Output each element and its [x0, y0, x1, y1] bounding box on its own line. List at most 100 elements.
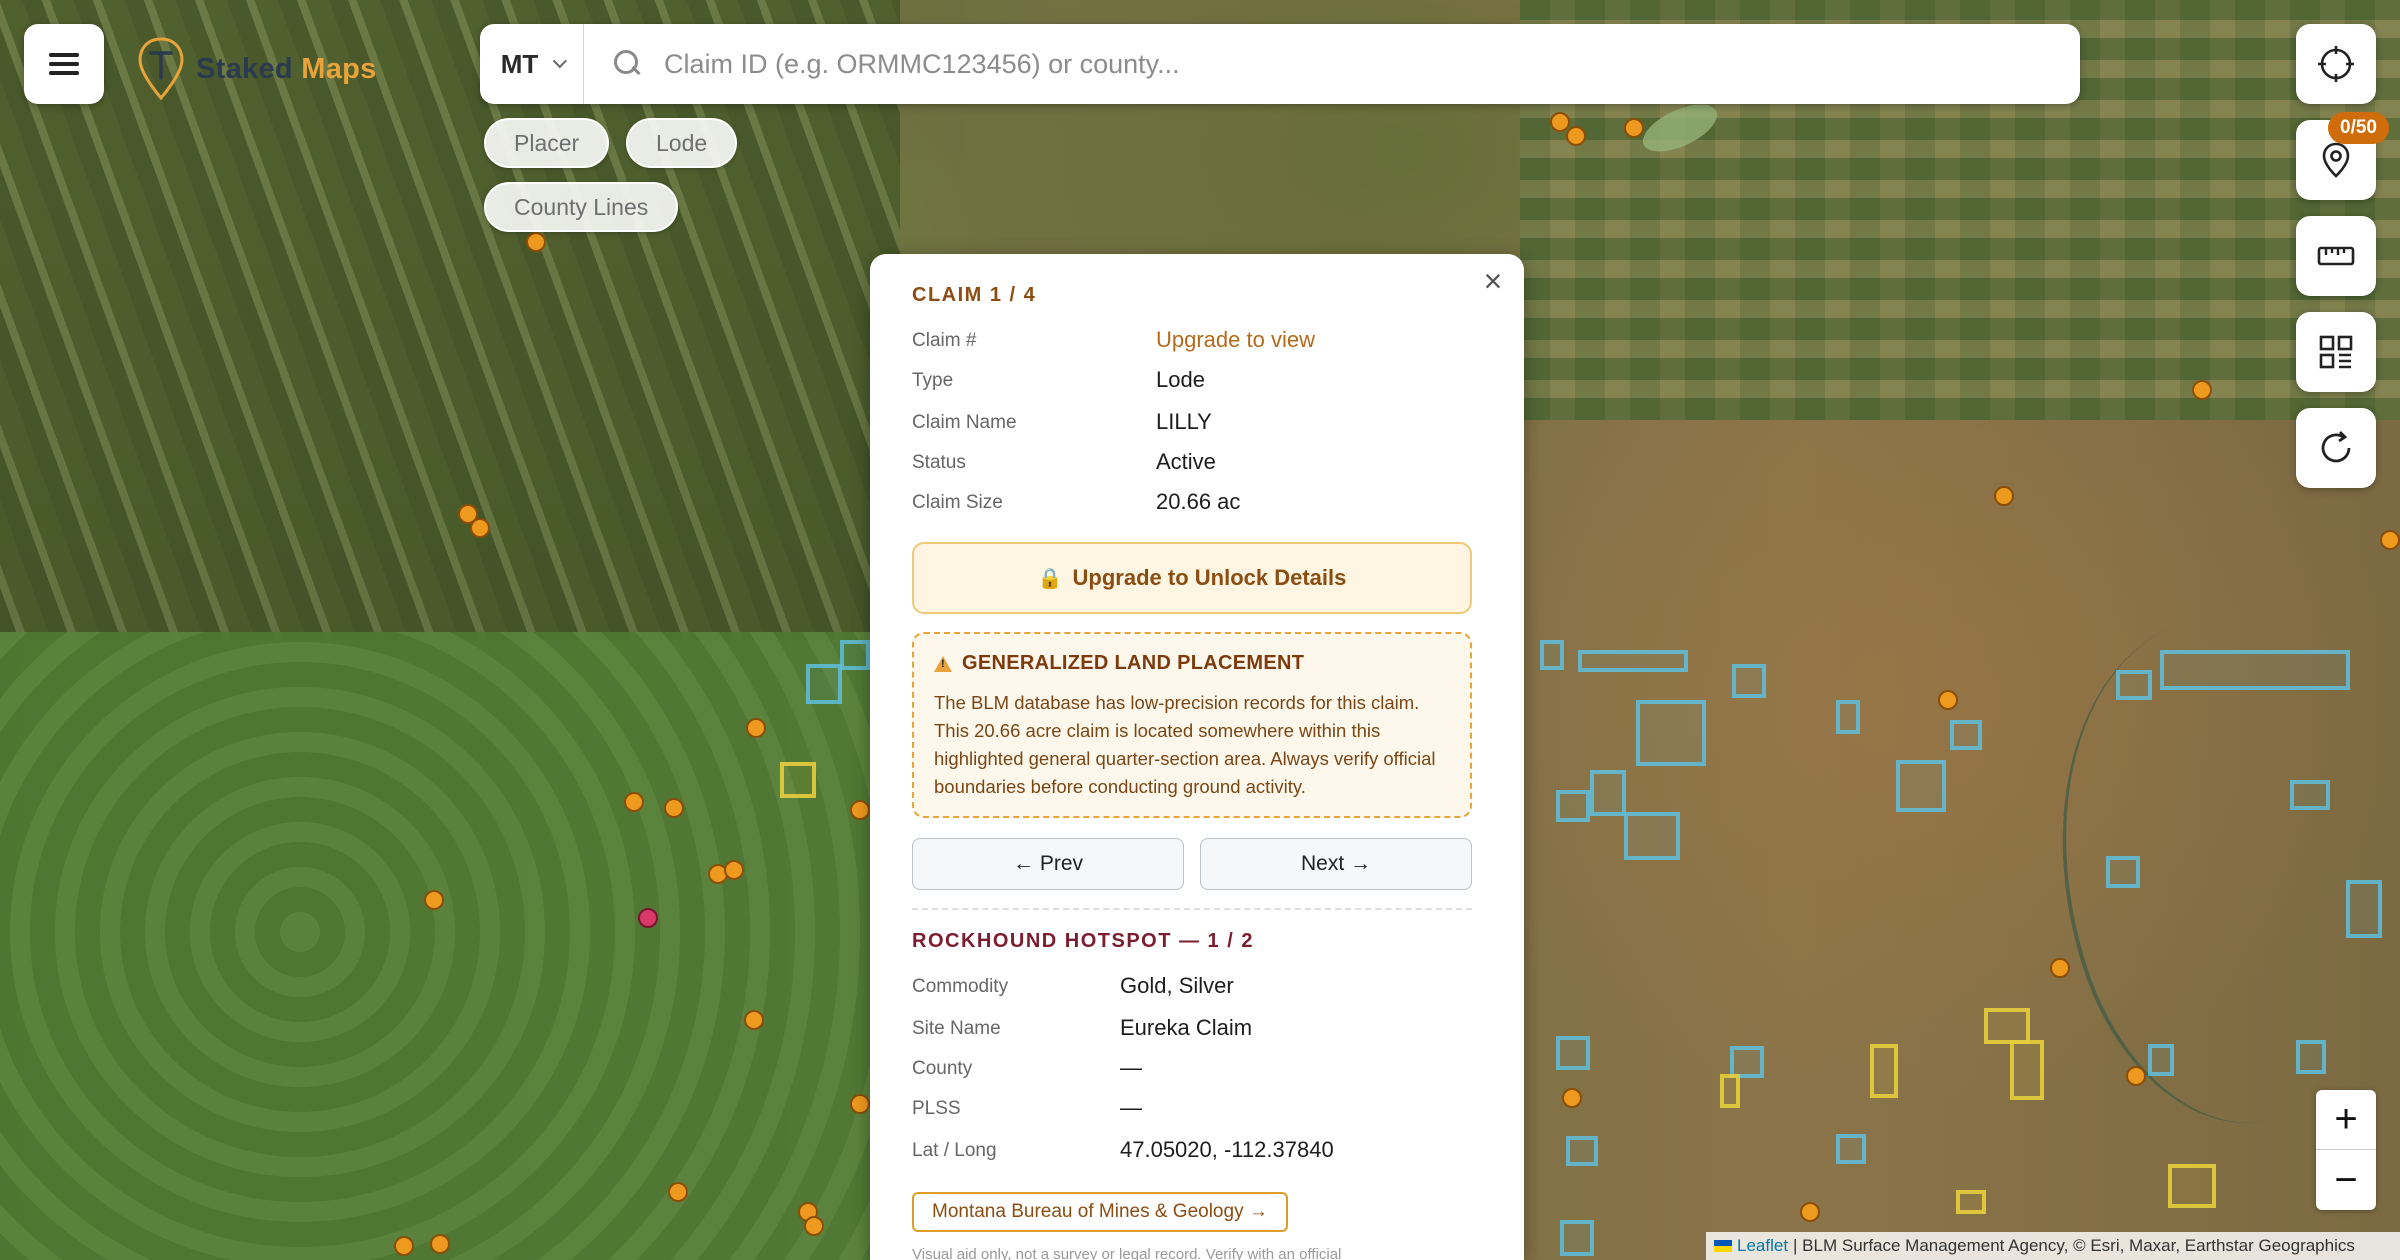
claim-marker[interactable] [2192, 380, 2212, 400]
mbmg-link-button[interactable]: Montana Bureau of Mines & Geology → [912, 1192, 1288, 1232]
land-parcel[interactable] [2148, 1044, 2174, 1076]
land-parcel[interactable] [1896, 760, 1946, 812]
zoom-in-button[interactable]: + [2316, 1090, 2376, 1150]
land-parcel-lode[interactable] [1984, 1008, 2030, 1044]
claim-marker[interactable] [668, 1182, 688, 1202]
field-label: Claim Size [912, 492, 1003, 513]
locate-me-button[interactable] [2296, 24, 2376, 104]
prev-button[interactable]: ← Prev [912, 838, 1184, 890]
crosshair-icon [2318, 46, 2354, 82]
land-parcel-lode[interactable] [2010, 1040, 2044, 1100]
hotspot-section-title: ROCKHOUND HOTSPOT — 1 / 2 [912, 930, 1254, 952]
claim-marker[interactable] [470, 518, 490, 538]
land-parcel[interactable] [1556, 790, 1590, 822]
map-pin-icon [2322, 142, 2350, 178]
land-parcel-lode[interactable] [1720, 1074, 1740, 1108]
grid-icon [2319, 335, 2353, 369]
map-attribution: Leaflet | BLM Surface Management Agency,… [1706, 1232, 2400, 1260]
warning-title: GENERALIZED LAND PLACEMENT [962, 652, 1305, 674]
land-parcel-lode[interactable] [2168, 1164, 2216, 1208]
refresh-icon [2321, 431, 2351, 463]
next-button[interactable]: Next → [1200, 838, 1472, 890]
field-value: Eureka Claim [1120, 1015, 1253, 1040]
claim-marker[interactable] [1800, 1202, 1820, 1222]
upgrade-to-view-link[interactable]: Upgrade to view [1156, 327, 1315, 353]
claim-field-row: Status Active [912, 449, 1216, 474]
land-parcel[interactable] [1590, 770, 1626, 816]
land-parcel-lode[interactable] [780, 762, 816, 798]
claim-marker[interactable] [1566, 126, 1586, 146]
land-parcel[interactable] [2290, 780, 2330, 810]
claim-popup: × CLAIM 1 / 4 Claim # Upgrade to view Ty… [870, 254, 1524, 1260]
land-parcel-lode[interactable] [1870, 1044, 1898, 1098]
claim-marker[interactable] [424, 890, 444, 910]
land-parcel[interactable] [1578, 650, 1688, 672]
app-logo[interactable]: Staked Maps [136, 36, 377, 102]
land-parcel[interactable] [2346, 880, 2382, 938]
leaflet-link[interactable]: Leaflet [1737, 1236, 1788, 1256]
zoom-control: + − [2316, 1090, 2376, 1210]
land-parcel[interactable] [1540, 640, 1564, 670]
filter-chip-placer[interactable]: Placer [484, 118, 610, 168]
land-parcel[interactable] [2116, 670, 2152, 700]
claim-marker[interactable] [850, 800, 870, 820]
field-value: Active [1156, 449, 1216, 474]
measure-button[interactable] [2296, 216, 2376, 296]
layers-grid-button[interactable] [2296, 312, 2376, 392]
land-parcel[interactable] [1732, 664, 1766, 698]
claim-marker[interactable] [2050, 958, 2070, 978]
land-parcel[interactable] [1636, 700, 1706, 766]
saved-count-badge: 0/50 [2328, 112, 2389, 144]
claim-marker[interactable] [744, 1010, 764, 1030]
claim-marker[interactable] [624, 792, 644, 812]
land-parcel[interactable] [2160, 650, 2350, 690]
refresh-button[interactable] [2296, 408, 2376, 488]
land-parcel[interactable] [806, 664, 842, 704]
state-select[interactable]: MT [480, 24, 584, 104]
claim-marker[interactable] [746, 718, 766, 738]
search-bar: MT [480, 24, 2080, 104]
claim-marker[interactable] [664, 798, 684, 818]
ukraine-flag-icon [1714, 1240, 1732, 1252]
claim-marker[interactable] [394, 1236, 414, 1256]
field-value: Lode [1156, 367, 1205, 392]
land-parcel-lode[interactable] [1956, 1190, 1986, 1214]
land-parcel[interactable] [1836, 1134, 1866, 1164]
claim-marker[interactable] [804, 1216, 824, 1236]
rockhound-hotspot-marker[interactable] [638, 908, 658, 928]
land-parcel[interactable] [1556, 1036, 1590, 1070]
hamburger-icon [49, 53, 79, 75]
lock-icon: 🔒 [1037, 567, 1063, 590]
land-parcel[interactable] [2296, 1040, 2326, 1074]
land-parcel[interactable] [1950, 720, 1982, 750]
upgrade-unlock-button[interactable]: 🔒 Upgrade to Unlock Details [912, 542, 1472, 614]
claim-marker[interactable] [850, 1094, 870, 1114]
forest-highlight-area [0, 632, 870, 1260]
claim-marker[interactable] [526, 232, 546, 252]
filter-chip-lode[interactable]: Lode [626, 118, 738, 168]
land-parcel[interactable] [840, 640, 870, 670]
search-input[interactable] [664, 24, 2080, 104]
claim-marker[interactable] [1938, 690, 1958, 710]
claim-marker[interactable] [2126, 1066, 2146, 1086]
claim-marker[interactable] [1994, 486, 2014, 506]
section-divider [912, 908, 1472, 910]
claim-marker[interactable] [1562, 1088, 1582, 1108]
claim-marker[interactable] [1624, 118, 1644, 138]
warning-text: The BLM database has low-precision recor… [934, 692, 1436, 797]
claim-field-row: Type Lode [912, 367, 1205, 392]
claim-marker[interactable] [724, 860, 744, 880]
land-parcel[interactable] [1560, 1220, 1594, 1256]
land-parcel[interactable] [1624, 812, 1680, 860]
zoom-out-button[interactable]: − [2316, 1150, 2376, 1210]
land-parcel[interactable] [1566, 1136, 1598, 1166]
land-parcel[interactable] [2106, 856, 2140, 888]
filter-chip-county-lines[interactable]: County Lines [484, 182, 679, 232]
land-parcel[interactable] [1836, 700, 1860, 734]
close-button[interactable]: × [1476, 264, 1510, 298]
claim-marker[interactable] [2380, 530, 2400, 550]
field-value: 20.66 ac [1156, 489, 1241, 514]
field-value: — [1120, 1055, 1142, 1080]
claim-marker[interactable] [430, 1234, 450, 1254]
menu-button[interactable] [24, 24, 104, 104]
